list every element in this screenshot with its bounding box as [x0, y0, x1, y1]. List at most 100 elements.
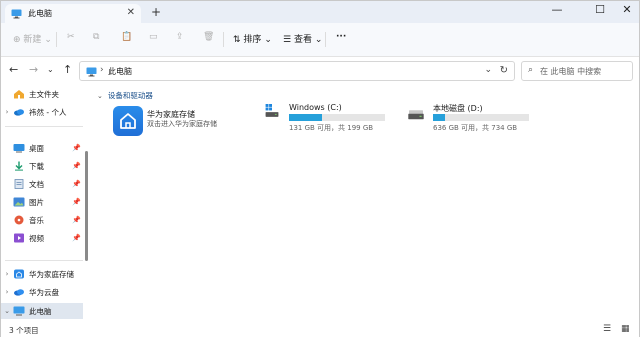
pictures-icon: [13, 197, 25, 207]
sidebar-item-home[interactable]: 主文件夹: [1, 86, 83, 102]
divider: [56, 32, 57, 47]
rename-icon[interactable]: ▭: [149, 32, 158, 42]
new-button[interactable]: ⊕ 新建 ⌄: [13, 32, 52, 45]
sidebar-item-music[interactable]: 音乐 📌: [1, 212, 83, 228]
sidebar-item-label: 下载: [29, 161, 44, 171]
maximize-button[interactable]: ☐: [592, 3, 608, 16]
drive-d-name: 本地磁盘 (D:): [433, 104, 483, 113]
sidebar-item-label: 华为云盘: [29, 287, 59, 297]
expand-chevron-icon[interactable]: ›: [1, 288, 13, 296]
music-icon: [14, 215, 24, 225]
back-icon[interactable]: ←: [9, 63, 18, 76]
videos-icon: [14, 233, 24, 243]
address-row: ← → ⌄ ↑ › 此电脑 ⌄ ↻ ⌕ 在 此电脑 中搜索: [1, 58, 639, 84]
sidebar-divider: [5, 126, 83, 127]
sidebar-item-label: 视频: [29, 233, 44, 243]
drive-c-usage-fill: [289, 114, 322, 121]
navigation-pane: 主文件夹 › 祎然 - 个人 桌面 📌 下载 📌 文档 📌 图片 📌 音乐 📌 …: [1, 84, 89, 323]
download-icon: [15, 161, 23, 171]
documents-icon: [14, 179, 24, 189]
collapse-chevron-icon[interactable]: ⌄: [1, 307, 13, 315]
sidebar-item-documents[interactable]: 文档 📌: [1, 176, 83, 192]
pc-icon: [11, 9, 22, 18]
huawei-storage-icon: [14, 269, 24, 279]
forward-icon[interactable]: →: [29, 63, 38, 76]
onedrive-icon: [14, 109, 24, 116]
divider: [325, 32, 326, 47]
tab-this-pc[interactable]: 此电脑 ✕: [5, 4, 141, 23]
new-label: 新建: [23, 35, 42, 45]
sidebar-item-label: 此电脑: [29, 306, 52, 316]
drive-d-usage-bar: [433, 114, 529, 121]
sidebar-item-desktop[interactable]: 桌面 📌: [1, 140, 83, 156]
sidebar-item-huawei-cloud[interactable]: › 华为云盘: [1, 284, 83, 300]
chevron-down-icon[interactable]: ⌄: [97, 92, 103, 100]
desktop-icon: [13, 144, 25, 153]
drive-c-name: Windows (C:): [289, 103, 342, 112]
sidebar-scrollbar[interactable]: [85, 151, 88, 261]
sidebar-item-label: 华为家庭存储: [29, 269, 74, 279]
hard-drive-icon: [408, 110, 424, 120]
pin-icon[interactable]: 📌: [72, 162, 81, 170]
details-view-icon[interactable]: ☰: [603, 324, 611, 334]
pin-icon[interactable]: 📌: [72, 198, 81, 206]
sidebar-divider: [5, 260, 83, 261]
sidebar-item-label: 图片: [29, 197, 44, 207]
breadcrumb-this-pc[interactable]: 此电脑: [108, 66, 132, 77]
delete-icon[interactable]: 🗑: [203, 32, 214, 42]
plus-circle-icon: ⊕: [13, 35, 21, 45]
command-bar: ⊕ 新建 ⌄ ✂ ⧉ 📋 ▭ ⇪ 🗑 ⇅ 排序 ⌄ ☰ 查看 ⌄ ···: [1, 23, 639, 57]
huawei-storage-icon: [113, 106, 143, 136]
paste-icon[interactable]: 📋: [121, 32, 132, 42]
sidebar-item-pictures[interactable]: 图片 📌: [1, 194, 83, 210]
view-icon: ☰: [283, 35, 292, 45]
share-icon[interactable]: ⇪: [176, 32, 184, 42]
windows-drive-icon: [265, 104, 279, 117]
sort-label: 排序: [243, 35, 262, 45]
divider: [223, 32, 224, 47]
view-label: 查看: [293, 35, 312, 45]
sort-button[interactable]: ⇅ 排序 ⌄: [233, 32, 272, 45]
pin-icon[interactable]: 📌: [72, 144, 81, 152]
pin-icon[interactable]: 📌: [72, 180, 81, 188]
drive-c-info: 131 GB 可用，共 199 GB: [289, 124, 374, 132]
sidebar-item-downloads[interactable]: 下载 📌: [1, 158, 83, 174]
expand-chevron-icon[interactable]: ›: [1, 270, 13, 278]
cut-icon[interactable]: ✂: [67, 32, 75, 42]
sidebar-item-label: 音乐: [29, 215, 44, 225]
search-placeholder: 在 此电脑 中搜索: [540, 67, 602, 76]
pin-icon[interactable]: 📌: [72, 234, 81, 242]
close-tab-icon[interactable]: ✕: [127, 7, 135, 18]
sidebar-item-this-pc[interactable]: ⌄ 此电脑: [1, 303, 83, 319]
item-count: 3 个项目: [9, 326, 39, 335]
huawei-cloud-icon: [14, 289, 24, 296]
expand-chevron-icon[interactable]: ›: [1, 108, 13, 116]
address-bar[interactable]: › 此电脑 ⌄ ↻: [79, 61, 515, 81]
close-window-button[interactable]: ✕: [619, 3, 635, 16]
minimize-button[interactable]: —: [549, 3, 565, 16]
search-input[interactable]: ⌕ 在 此电脑 中搜索: [521, 61, 633, 81]
breadcrumb-separator-icon[interactable]: ›: [100, 65, 104, 75]
tiles-view-icon[interactable]: ▦: [621, 324, 630, 334]
pin-icon[interactable]: 📌: [72, 216, 81, 224]
chevron-down-icon[interactable]: ⌄: [484, 65, 492, 75]
pc-icon: [13, 306, 25, 316]
group-header-devices[interactable]: ⌄ 设备和驱动器: [97, 90, 153, 101]
sidebar-item-onedrive[interactable]: › 祎然 - 个人: [1, 104, 83, 120]
drive-d-usage-fill: [433, 114, 446, 121]
recent-locations-icon[interactable]: ⌄: [47, 65, 54, 74]
sidebar-item-label: 桌面: [29, 143, 44, 153]
chevron-down-icon: ⌄: [314, 35, 323, 45]
drive-c-usage-bar: [289, 114, 385, 121]
more-options-icon[interactable]: ···: [336, 32, 346, 42]
refresh-icon[interactable]: ↻: [500, 65, 508, 76]
view-button[interactable]: ☰ 查看 ⌄: [283, 32, 322, 45]
status-bar: 3 个项目 ☰ ▦: [1, 323, 639, 337]
copy-icon[interactable]: ⧉: [93, 32, 99, 42]
up-icon[interactable]: ↑: [63, 63, 72, 76]
sidebar-item-huawei-storage[interactable]: › 华为家庭存储: [1, 266, 83, 282]
file-explorer-window: 此电脑 ✕ + — ☐ ✕ ⊕ 新建 ⌄ ✂ ⧉ 📋 ▭ ⇪ 🗑 ⇅ 排序 ⌄ …: [0, 0, 640, 337]
new-tab-button[interactable]: +: [151, 5, 161, 19]
huawei-storage-subtitle: 双击进入华为家庭存储: [147, 120, 217, 128]
sidebar-item-videos[interactable]: 视频 📌: [1, 230, 83, 246]
